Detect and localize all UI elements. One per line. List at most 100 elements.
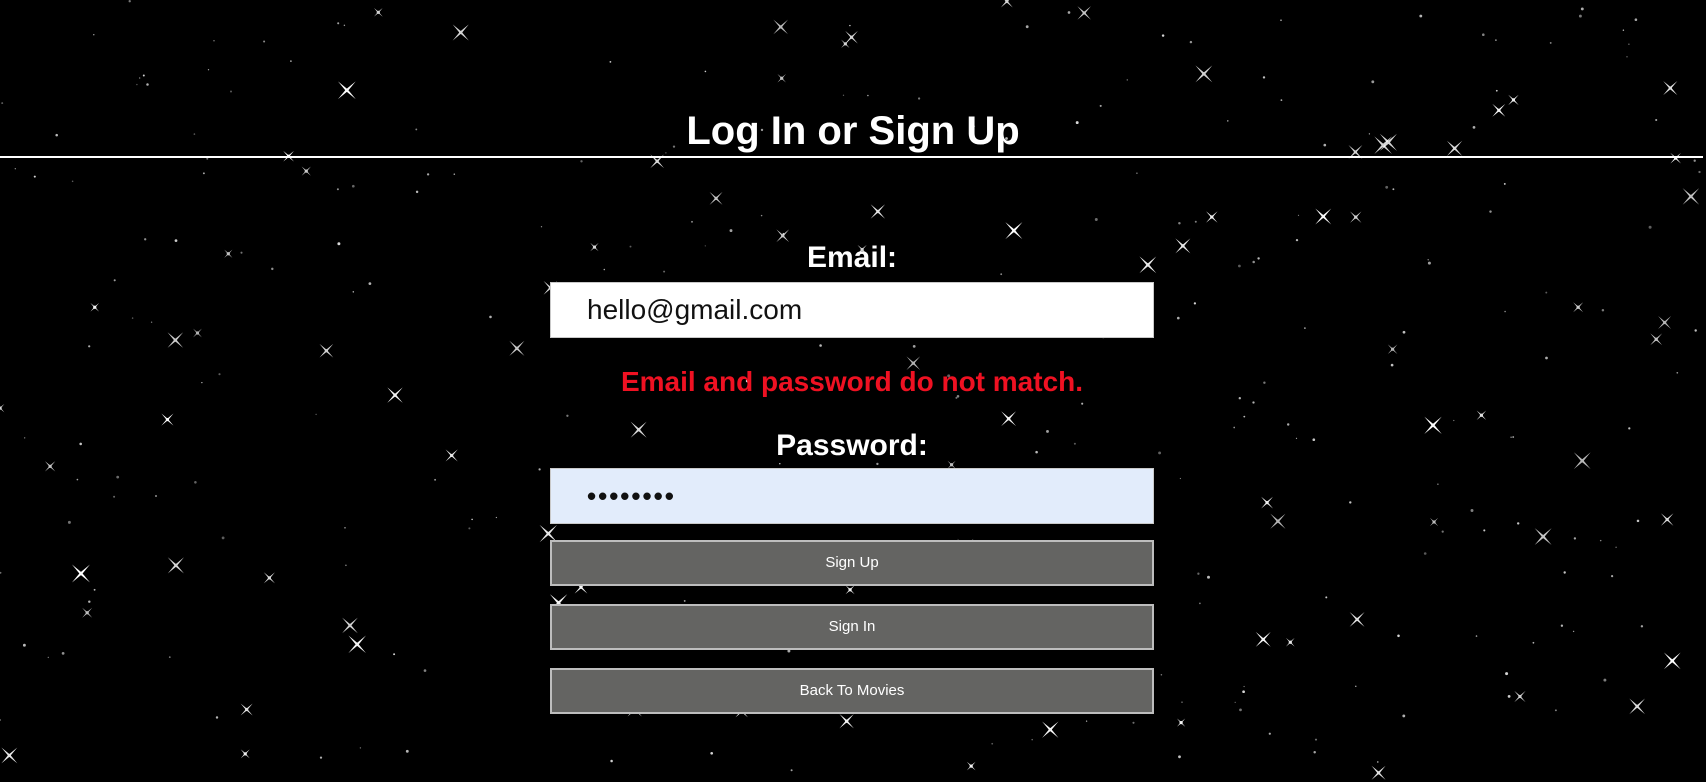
star-sparkle xyxy=(839,714,854,729)
star-dot xyxy=(61,652,65,655)
star-dot xyxy=(1158,451,1162,455)
star-dot xyxy=(1252,260,1255,264)
star-dot xyxy=(1437,483,1439,485)
star-dot xyxy=(14,168,16,170)
star-dot xyxy=(194,481,197,484)
star-dot xyxy=(1648,225,1652,229)
star-dot xyxy=(71,180,74,183)
star-sparkle xyxy=(1042,721,1059,738)
star-dot xyxy=(1268,732,1271,735)
star-sparkle xyxy=(452,24,469,41)
star-dot xyxy=(1676,371,1679,374)
star-dot xyxy=(359,747,362,749)
star-dot xyxy=(426,173,430,176)
star-dot xyxy=(471,518,473,521)
star-sparkle xyxy=(1315,208,1332,225)
star-sparkle xyxy=(263,572,275,584)
star-dot xyxy=(1280,99,1283,101)
star-dot xyxy=(1193,302,1197,305)
star-dot xyxy=(1554,709,1557,712)
star-dot xyxy=(489,315,492,319)
star-sparkle xyxy=(1424,416,1442,435)
star-dot xyxy=(912,345,916,348)
star-dot xyxy=(1094,218,1098,221)
star-dot xyxy=(1262,76,1266,79)
star-dot xyxy=(221,536,225,540)
star-dot xyxy=(368,282,372,285)
star-dot xyxy=(1504,310,1506,313)
star-dot xyxy=(1161,34,1165,37)
star-dot xyxy=(128,0,131,3)
star-dot xyxy=(1126,79,1129,81)
star-dot xyxy=(1628,43,1630,45)
star-dot xyxy=(1698,170,1701,174)
star-dot xyxy=(1181,701,1183,703)
star-sparkle xyxy=(1429,517,1439,527)
star-dot xyxy=(201,382,203,384)
star-dot xyxy=(352,291,355,293)
star-sparkle xyxy=(82,607,93,618)
star-dot xyxy=(1031,738,1033,741)
star-sparkle xyxy=(161,413,174,426)
star-dot xyxy=(710,751,714,755)
star-sparkle xyxy=(777,74,786,83)
star-sparkle xyxy=(1663,652,1681,670)
star-dot xyxy=(1377,761,1379,763)
star-sparkle xyxy=(1514,690,1526,703)
star-dot xyxy=(1252,401,1255,404)
star-dot xyxy=(1243,685,1245,688)
star-dot xyxy=(1239,708,1242,712)
sign-up-button[interactable]: Sign Up xyxy=(550,540,1154,586)
star-dot xyxy=(1402,330,1406,334)
star-sparkle xyxy=(1682,188,1700,205)
star-dot xyxy=(240,251,243,254)
star-dot xyxy=(1238,264,1241,268)
password-field[interactable]: •••••••• xyxy=(550,468,1154,524)
star-dot xyxy=(1392,188,1395,191)
star-dot xyxy=(1081,402,1084,405)
star-dot xyxy=(1470,509,1474,512)
star-dot xyxy=(1622,29,1625,31)
star-dot xyxy=(393,653,396,656)
star-dot xyxy=(337,242,341,246)
star-sparkle xyxy=(167,332,184,348)
star-sparkle xyxy=(509,340,525,356)
star-dot xyxy=(1263,381,1266,384)
star-dot xyxy=(1178,755,1181,759)
star-dot xyxy=(319,756,323,759)
star-dot xyxy=(88,600,91,603)
star-dot xyxy=(271,267,274,271)
email-field[interactable] xyxy=(550,282,1154,338)
star-sparkle xyxy=(240,703,253,716)
star-dot xyxy=(691,220,693,223)
star-sparkle xyxy=(301,166,311,176)
star-dot xyxy=(1067,11,1071,14)
star-dot xyxy=(1441,530,1444,533)
star-dot xyxy=(202,172,205,175)
password-label: Password: xyxy=(776,429,928,462)
star-dot xyxy=(213,40,215,42)
star-sparkle xyxy=(342,617,358,634)
page-title: Log In or Sign Up xyxy=(686,109,1020,153)
star-dot xyxy=(336,188,339,191)
star-dot xyxy=(1189,40,1193,44)
star-sparkle xyxy=(1175,238,1191,254)
star-dot xyxy=(1419,14,1423,18)
back-to-movies-button[interactable]: Back To Movies xyxy=(550,668,1154,714)
star-dot xyxy=(113,279,116,282)
star-dot xyxy=(1390,363,1394,367)
star-dot xyxy=(1505,672,1509,676)
star-dot xyxy=(344,526,346,529)
star-dot xyxy=(729,229,733,233)
star-sparkle xyxy=(1387,344,1398,355)
star-dot xyxy=(1179,477,1182,480)
star-dot xyxy=(215,716,219,719)
star-sparkle xyxy=(1349,611,1365,627)
sign-in-button[interactable]: Sign In xyxy=(550,604,1154,650)
star-dot xyxy=(566,414,569,417)
star-dot xyxy=(1560,624,1564,627)
star-dot xyxy=(1516,522,1520,525)
star-sparkle xyxy=(1508,94,1519,106)
star-dot xyxy=(1242,690,1245,694)
star-dot xyxy=(1611,575,1614,578)
